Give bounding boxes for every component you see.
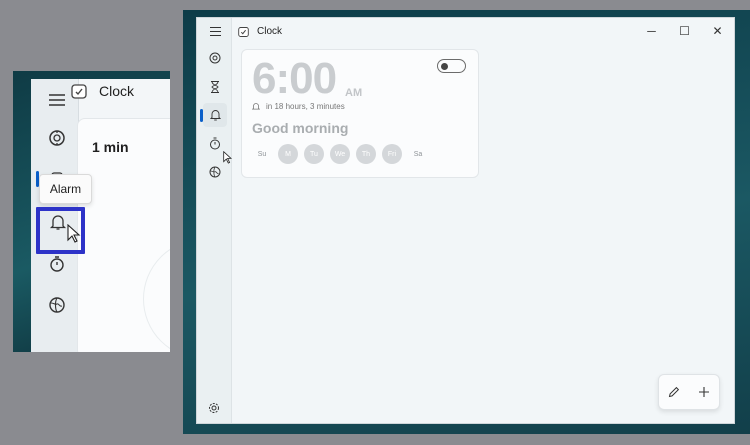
day-fri: Fri <box>382 144 402 164</box>
inset-timer-card[interactable]: 1 min <box>77 118 170 352</box>
inset-ring-shape <box>143 239 170 352</box>
inset-card-value: 1 min <box>92 139 129 155</box>
gear-icon <box>209 403 219 413</box>
app-title: Clock <box>257 25 283 37</box>
bell-icon <box>252 103 260 110</box>
alarm-card[interactable]: 6:00 AM in 18 hours, 3 minutes Good morn… <box>241 49 479 178</box>
inset-clock-logo-icon <box>71 84 87 99</box>
globe-icon <box>209 166 221 178</box>
close-button[interactable]: ✕ <box>701 20 734 42</box>
alarm-name: Good morning <box>252 120 349 136</box>
nav-item-alarm[interactable] <box>203 103 227 127</box>
day-su: Su <box>257 150 267 158</box>
clock-window: Clock ─ ☐ ✕ 6:00 AM in 18 hours, 3 minut… <box>196 17 735 424</box>
day-th: Th <box>356 144 376 164</box>
alarm-period: AM <box>345 87 363 99</box>
focus-sessions-icon <box>209 52 221 64</box>
plus-icon <box>699 387 709 397</box>
mouse-cursor-icon <box>223 151 232 164</box>
day-we: We <box>330 144 350 164</box>
inset-mouse-cursor-icon <box>67 224 81 243</box>
inset-stopwatch-icon[interactable] <box>46 253 68 275</box>
clock-logo-icon <box>238 26 249 37</box>
zoomed-inset: Clock 1 min Alarm <box>13 71 170 352</box>
inset-menu-icon[interactable] <box>46 89 68 111</box>
nav-item-focus-sessions[interactable] <box>203 46 227 70</box>
day-sa: Sa <box>413 150 423 158</box>
add-alarm-button[interactable] <box>698 386 710 398</box>
alarm-toggle[interactable] <box>437 59 466 73</box>
settings-button[interactable] <box>206 400 222 416</box>
alarm-next-text: in 18 hours, 3 minutes <box>266 102 345 111</box>
alarm-days: Su M Tu We Th Fri Sa <box>252 144 428 164</box>
stopwatch-icon <box>210 137 220 149</box>
day-tu: Tu <box>304 144 324 164</box>
nav-item-timer[interactable] <box>203 75 227 99</box>
hourglass-icon <box>211 81 219 93</box>
alarm-tooltip: Alarm <box>39 174 92 204</box>
day-m: M <box>278 144 298 164</box>
window-controls: ─ ☐ ✕ <box>635 18 734 44</box>
inset-globe-icon[interactable] <box>46 294 68 316</box>
menu-button[interactable] <box>203 19 227 43</box>
minimize-button[interactable]: ─ <box>635 20 668 42</box>
edit-alarms-button[interactable] <box>668 386 680 398</box>
pencil-icon <box>668 386 680 398</box>
maximize-button[interactable]: ☐ <box>668 20 701 42</box>
alarm-time: 6:00 <box>252 54 337 103</box>
nav-rail <box>197 18 232 423</box>
hamburger-icon <box>209 26 221 36</box>
alarm-actions <box>658 374 720 410</box>
inset-focus-sessions-icon[interactable] <box>46 127 68 149</box>
bell-icon <box>209 110 221 121</box>
inset-app-title: Clock <box>71 83 134 99</box>
alarm-next-line: in 18 hours, 3 minutes <box>252 102 345 111</box>
